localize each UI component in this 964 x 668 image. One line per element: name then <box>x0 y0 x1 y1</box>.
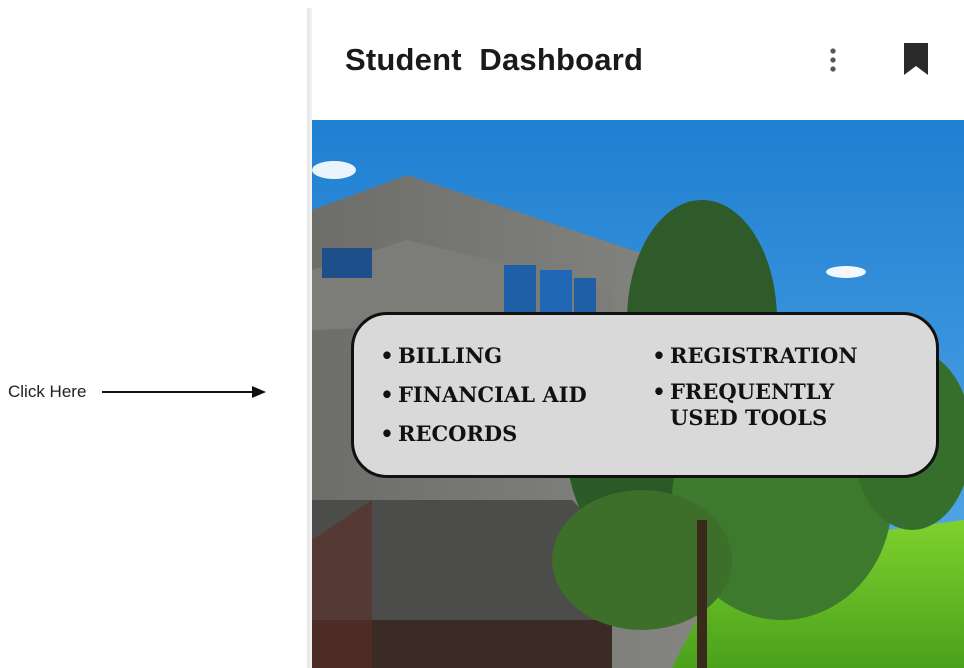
menu-item-label: FINANCIAL AID <box>398 382 587 407</box>
card-header: Student Dashboard <box>307 8 964 120</box>
card-title: Student Dashboard <box>345 42 644 77</box>
menu-item-label: FREQUENTLY USED TOOLS <box>670 379 835 430</box>
menu-item-records[interactable]: • RECORDS <box>376 421 587 447</box>
menu-box: • BILLING • FINANCIAL AID • RECORDS • RE… <box>351 312 939 478</box>
bullet-icon: • <box>652 343 666 368</box>
menu-item-label: BILLING <box>398 343 503 368</box>
bullet-icon: • <box>380 343 394 368</box>
menu-item-billing[interactable]: • BILLING <box>376 343 587 369</box>
menu-item-label: RECORDS <box>398 421 518 446</box>
menu-right-column: • REGISTRATION • FREQUENTLY USED TOOLS <box>648 343 858 441</box>
bullet-icon: • <box>380 382 394 407</box>
menu-item-registration[interactable]: • REGISTRATION <box>648 343 858 369</box>
right-arrow-icon <box>102 386 267 398</box>
menu-item-label: REGISTRATION <box>670 343 858 368</box>
menu-item-financial-aid[interactable]: • FINANCIAL AID <box>376 382 587 408</box>
click-here-label: Click Here <box>8 382 87 401</box>
page: Click Here Student Dashboard • BILLING •… <box>0 0 964 668</box>
student-dashboard-card[interactable]: Student Dashboard • BILLING • FINANCIAL … <box>307 8 964 668</box>
bullet-icon: • <box>380 421 394 446</box>
menu-item-frequently-used-tools[interactable]: • FREQUENTLY USED TOOLS <box>648 379 858 431</box>
card-left-edge <box>307 8 312 668</box>
click-here-annotation: Click Here <box>8 382 267 402</box>
campus-building-image: • BILLING • FINANCIAL AID • RECORDS • RE… <box>312 120 964 668</box>
more-vert-icon[interactable] <box>821 44 845 76</box>
bookmark-icon[interactable] <box>901 42 931 76</box>
menu-left-column: • BILLING • FINANCIAL AID • RECORDS <box>376 343 587 460</box>
bullet-icon: • <box>652 379 666 404</box>
